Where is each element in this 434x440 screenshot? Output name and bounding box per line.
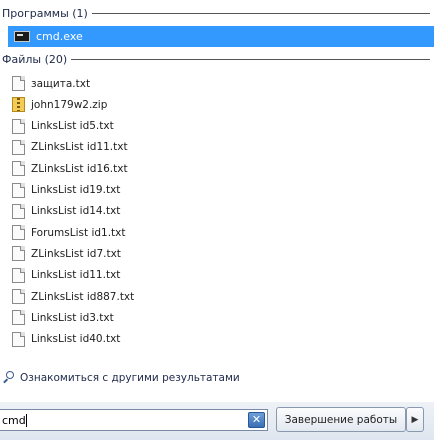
file-result-item[interactable]: LinksList id11.txt: [12, 265, 120, 286]
files-section-header: Файлы (20): [0, 52, 434, 66]
file-result-label: ZLinksList id16.txt: [31, 162, 128, 175]
file-result-label: LinksList id40.txt: [31, 333, 121, 346]
text-file-icon: [12, 203, 25, 219]
zip-file-icon: [12, 97, 25, 113]
shutdown-button[interactable]: Завершение работы: [276, 407, 406, 432]
file-result-item[interactable]: защита.txt: [12, 73, 90, 94]
text-file-icon: [12, 267, 25, 283]
file-result-item[interactable]: john179w2.zip: [12, 94, 107, 115]
text-file-icon: [12, 246, 25, 262]
see-more-results-link[interactable]: Ознакомиться с другими результатами: [2, 369, 240, 387]
text-file-icon: [12, 289, 25, 304]
cmd-icon: [14, 31, 30, 42]
files-header-label: Файлы (20): [2, 52, 68, 66]
file-result-label: ForumsList id1.txt: [31, 226, 126, 239]
close-icon[interactable]: ✕: [248, 412, 265, 428]
chevron-right-icon: ▶: [411, 414, 419, 425]
text-caret: [25, 413, 27, 427]
file-result-item[interactable]: ZLinksList id11.txt: [12, 137, 128, 158]
shutdown-button-label: Завершение работы: [284, 413, 398, 426]
file-result-item[interactable]: LinksList id19.txt: [12, 180, 120, 201]
file-result-label: LinksList id3.txt: [31, 311, 114, 324]
programs-header-label: Программы (1): [2, 6, 88, 20]
file-result-label: защита.txt: [31, 77, 91, 90]
programs-section-header: Программы (1): [0, 6, 434, 20]
file-result-item[interactable]: LinksList id40.txt: [12, 329, 120, 350]
text-file-icon: [12, 139, 25, 155]
text-file-icon: [12, 310, 25, 326]
text-file-icon: [12, 161, 25, 177]
program-result-label: cmd.exe: [36, 30, 83, 43]
file-result-label: LinksList id19.txt: [31, 184, 121, 196]
file-result-label: john179w2.zip: [31, 98, 108, 111]
file-result-item[interactable]: ZLinksList id7.txt: [12, 243, 121, 264]
see-more-results-label: Ознакомиться с другими результатами: [20, 372, 240, 384]
text-file-icon: [12, 331, 25, 347]
text-file-icon: [12, 182, 25, 198]
file-result-item[interactable]: LinksList id14.txt: [12, 201, 120, 222]
file-result-item[interactable]: ForumsList id1.txt: [12, 222, 126, 243]
file-result-item[interactable]: ZLinksList id887.txt: [12, 286, 134, 307]
search-icon: [2, 371, 16, 385]
file-result-label: LinksList id5.txt: [31, 120, 114, 133]
file-result-label: ZLinksList id7.txt: [31, 247, 121, 260]
file-result-item[interactable]: LinksList id5.txt: [12, 116, 114, 137]
text-file-icon: [12, 118, 25, 134]
file-result-label: ZLinksList id887.txt: [31, 290, 135, 303]
start-menu-bottom-bar: cmd ✕ Завершение работы ▶: [0, 402, 434, 440]
file-result-label: ZLinksList id11.txt: [31, 141, 128, 154]
search-input[interactable]: cmd ✕: [0, 409, 268, 431]
file-result-item[interactable]: LinksList id3.txt: [12, 307, 114, 328]
divider: [91, 12, 430, 14]
file-result-label: LinksList id11.txt: [31, 269, 121, 282]
file-result-item[interactable]: ZLinksList id16.txt: [12, 158, 128, 179]
shutdown-options-button[interactable]: ▶: [406, 407, 424, 432]
file-result-label: LinksList id14.txt: [31, 205, 121, 218]
divider: [71, 58, 430, 60]
search-input-text: cmd: [2, 413, 26, 427]
text-file-icon: [12, 225, 25, 241]
text-file-icon: [12, 76, 25, 91]
program-result-cmd[interactable]: cmd.exe: [8, 26, 434, 47]
